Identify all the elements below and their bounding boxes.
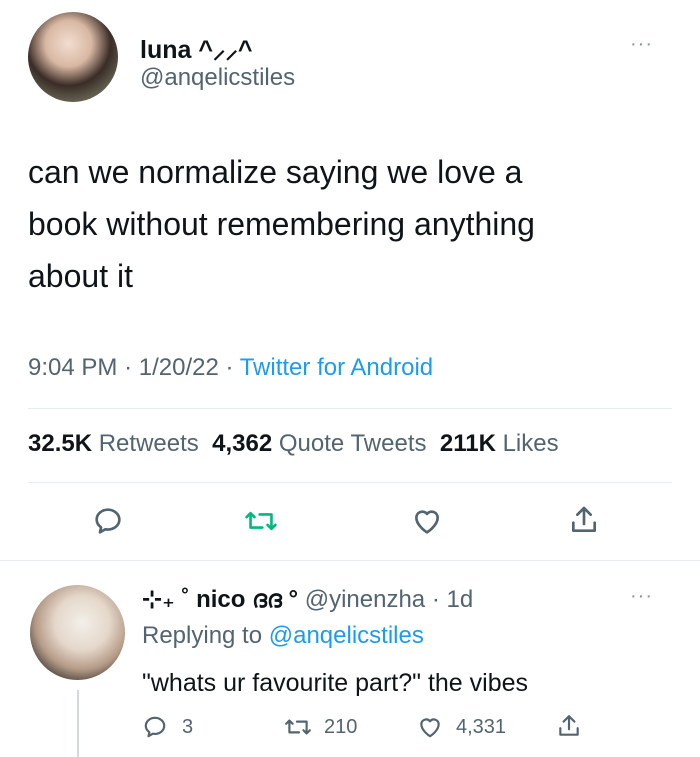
reply-display-name[interactable]: ⊹₊ ˚ nico ദദ ° xyxy=(142,586,298,613)
reply-handle[interactable]: @yinenzha xyxy=(305,586,425,613)
divider xyxy=(0,560,700,561)
reply-icon[interactable] xyxy=(92,505,124,537)
display-name[interactable]: luna ^⸝⸝^ xyxy=(140,32,253,66)
reply-share-icon[interactable] xyxy=(556,712,582,740)
reply-age[interactable]: 1d xyxy=(447,586,474,613)
retweets-count: 32.5K xyxy=(28,430,93,457)
replying-to-line: Replying to @anqelicstiles xyxy=(142,622,424,650)
likes-stat[interactable]: 211K Likes xyxy=(440,430,559,457)
like-icon xyxy=(416,714,444,740)
share-icon[interactable] xyxy=(568,503,600,537)
thread-line xyxy=(77,690,79,757)
tweet-text-line: book without remembering anything xyxy=(28,206,535,242)
tweet-time[interactable]: 9:04 PM xyxy=(28,354,117,381)
divider xyxy=(28,482,672,483)
reply-count: 3 xyxy=(182,715,194,738)
like-icon[interactable] xyxy=(410,505,444,537)
reply-icon xyxy=(142,714,168,740)
tweet-source-link[interactable]: Twitter for Android xyxy=(240,354,433,381)
likes-label: Likes xyxy=(502,430,559,457)
reply-reply-action[interactable]: 3 xyxy=(142,714,193,740)
retweets-label: Retweets xyxy=(98,430,199,457)
tweet-text-line: can we normalize saying we love a xyxy=(28,154,523,190)
replying-to-label: Replying to xyxy=(142,622,263,649)
separator: · xyxy=(431,586,440,613)
retweets-stat[interactable]: 32.5K Retweets xyxy=(28,430,199,457)
reply-header: ⊹₊ ˚ nico ദദ ° @yinenzha · 1d xyxy=(142,585,473,614)
tweet-stats: 32.5K Retweets 4,362 Quote Tweets 211K L… xyxy=(28,430,559,458)
reply-retweet-action[interactable]: 210 xyxy=(284,714,357,740)
user-handle[interactable]: @anqelicstiles xyxy=(140,64,295,92)
tweet-text: can we normalize saying we love a book w… xyxy=(28,146,678,302)
separator: · xyxy=(225,354,234,381)
tweet-text-line: about it xyxy=(28,258,133,294)
tweet-meta: 9:04 PM · 1/20/22 · Twitter for Android xyxy=(28,354,433,382)
reply-text: "whats ur favourite part?" the vibes xyxy=(142,669,528,697)
separator: · xyxy=(124,354,133,381)
retweet-icon[interactable] xyxy=(244,505,278,537)
retweet-icon xyxy=(284,714,312,740)
likes-count: 211K xyxy=(439,430,496,457)
tweet-date[interactable]: 1/20/22 xyxy=(139,354,219,381)
reply-more-options-icon[interactable]: ··· xyxy=(630,585,653,608)
like-count: 4,331 xyxy=(456,715,507,738)
quotes-label: Quote Tweets xyxy=(278,430,427,457)
retweet-count: 210 xyxy=(324,715,358,738)
quotes-count: 4,362 xyxy=(212,430,273,457)
quote-tweets-stat[interactable]: 4,362 Quote Tweets xyxy=(212,430,426,457)
more-options-icon[interactable]: ··· xyxy=(630,33,653,56)
replying-to-handle[interactable]: @anqelicstiles xyxy=(269,622,424,649)
reply-like-action[interactable]: 4,331 xyxy=(416,714,506,740)
reply-avatar[interactable] xyxy=(30,585,125,680)
avatar[interactable] xyxy=(28,12,118,102)
divider xyxy=(28,408,672,409)
